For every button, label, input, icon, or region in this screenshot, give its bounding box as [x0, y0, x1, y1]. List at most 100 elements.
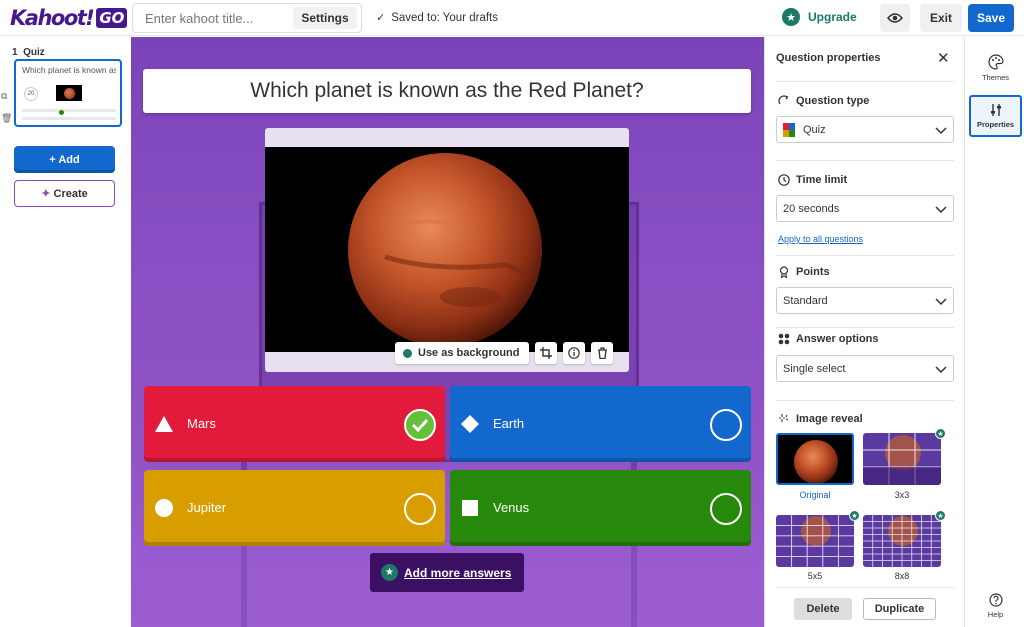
- sparkle-icon: ✦: [41, 188, 54, 200]
- correct-answer-toggle-3[interactable]: [404, 493, 436, 525]
- kahoot-title-input[interactable]: [133, 10, 293, 26]
- circle-icon: [155, 499, 173, 517]
- help-label: Help: [987, 610, 1004, 619]
- image-reveal-3x3[interactable]: [863, 433, 941, 485]
- slide-label: 1 Quiz: [12, 47, 45, 58]
- apply-to-all-link[interactable]: Apply to all questions: [778, 234, 863, 244]
- chevron-down-icon: [935, 127, 947, 135]
- premium-star-icon: ★: [935, 510, 946, 521]
- image-info-button[interactable]: [563, 342, 586, 364]
- crop-icon: [540, 347, 553, 359]
- correct-answer-toggle-4[interactable]: [710, 493, 742, 525]
- reveal-preview: [776, 515, 854, 567]
- crop-button[interactable]: [535, 342, 558, 364]
- upgrade-button[interactable]: ★ Upgrade: [782, 8, 857, 26]
- slide-thumbnail[interactable]: Which planet is known as the Red Planet?…: [14, 59, 122, 127]
- help-button[interactable]: Help: [969, 585, 1022, 627]
- divider: [776, 81, 954, 82]
- save-button[interactable]: Save: [968, 4, 1014, 32]
- logo-go-badge: GO: [96, 8, 128, 28]
- chevron-down-icon: [935, 206, 947, 214]
- properties-button[interactable]: Properties: [969, 95, 1022, 137]
- answer-tile-3[interactable]: Jupiter: [144, 470, 445, 546]
- exit-button[interactable]: Exit: [920, 4, 962, 32]
- answer-options-icon: [778, 333, 790, 345]
- logo-text: Kahoot!: [10, 6, 95, 30]
- answer-tile-1[interactable]: Mars: [144, 386, 445, 462]
- sliders-icon: [990, 104, 1001, 116]
- plus-icon: +: [49, 153, 59, 166]
- swap-icon: [778, 95, 789, 105]
- image-reveal-5x5[interactable]: [776, 515, 854, 567]
- slide-thumbnail-image: [56, 85, 82, 101]
- correct-answer-toggle-2[interactable]: [710, 409, 742, 441]
- media-toolbar: Use as background: [395, 342, 614, 366]
- slide-type: Quiz: [23, 47, 45, 58]
- time-limit-label: Time limit: [778, 174, 847, 186]
- chevron-down-icon: [935, 298, 947, 306]
- checkmark-icon: [411, 418, 429, 432]
- delete-slide-icon[interactable]: 🗑: [1, 113, 12, 124]
- add-question-label: Add: [58, 153, 80, 166]
- reveal-preview: [778, 435, 852, 483]
- themes-button[interactable]: Themes: [969, 47, 1022, 89]
- reveal-preview: [863, 515, 941, 567]
- help-icon: [988, 593, 1003, 607]
- answer-options-value: Single select: [783, 362, 846, 375]
- star-icon: ★: [381, 564, 398, 581]
- eye-icon: [887, 13, 903, 23]
- divider: [776, 587, 954, 588]
- slide-sidebar: 1 Quiz ⧉ 🗑 Which planet is known as the …: [0, 37, 131, 627]
- time-limit-select[interactable]: 20 seconds: [776, 195, 954, 222]
- answer-text-2: Earth: [493, 416, 525, 431]
- mars-image: [265, 147, 629, 352]
- saved-status: ✓ Saved to: Your drafts: [376, 11, 498, 25]
- image-reveal-8x8[interactable]: [863, 515, 941, 567]
- answer-tile-2[interactable]: Earth: [450, 386, 751, 462]
- image-reveal-original-label: Original: [799, 490, 831, 500]
- points-select[interactable]: Standard: [776, 287, 954, 314]
- answer-text-3: Jupiter: [187, 500, 227, 515]
- delete-image-button[interactable]: [591, 342, 614, 364]
- add-question-button[interactable]: + Add: [14, 146, 115, 173]
- quiz-type-icon: [783, 122, 795, 137]
- top-bar: Kahoot! GO Settings ✓ Saved to: Your dra…: [0, 0, 1024, 36]
- chevron-down-icon: [935, 366, 947, 374]
- question-type-select[interactable]: Quiz: [776, 116, 954, 143]
- question-image[interactable]: [265, 147, 629, 352]
- use-as-background-button[interactable]: Use as background: [395, 342, 530, 364]
- premium-star-icon: ★: [849, 510, 860, 521]
- points-label-text: Points: [796, 266, 830, 278]
- create-button[interactable]: ✦ Create: [14, 180, 115, 207]
- image-reveal-label: Image reveal: [778, 413, 863, 425]
- divider: [776, 400, 954, 401]
- answer-text-1: Mars: [187, 416, 216, 431]
- close-icon[interactable]: ✕: [937, 49, 950, 67]
- delete-question-button[interactable]: Delete: [794, 598, 852, 620]
- answer-tile-4[interactable]: Venus: [450, 470, 751, 546]
- duplicate-slide-icon[interactable]: ⧉: [1, 91, 7, 102]
- kahoot-title-field: Settings: [132, 3, 362, 33]
- question-properties-panel: Question properties ✕ Question type Quiz…: [764, 37, 965, 627]
- preview-button[interactable]: [880, 4, 910, 32]
- answer-options-select[interactable]: Single select: [776, 355, 954, 382]
- question-title[interactable]: Which planet is known as the Red Planet?: [143, 69, 751, 113]
- duplicate-question-button[interactable]: Duplicate: [863, 598, 936, 620]
- settings-button[interactable]: Settings: [293, 7, 357, 29]
- create-label: Create: [53, 188, 88, 200]
- kahoot-go-logo[interactable]: Kahoot! GO: [10, 6, 128, 30]
- palette-icon: [987, 54, 1004, 70]
- slide-number: 1: [12, 47, 18, 58]
- upgrade-label: Upgrade: [808, 10, 857, 24]
- trash-icon: [597, 347, 607, 359]
- image-reveal-original[interactable]: [776, 433, 854, 485]
- use-as-background-label: Use as background: [418, 347, 520, 359]
- correct-answer-toggle-1[interactable]: [404, 409, 436, 441]
- info-icon: [568, 347, 581, 359]
- themes-label: Themes: [981, 73, 1010, 82]
- answer-options-label-text: Answer options: [796, 333, 879, 345]
- reveal-preview: [863, 433, 941, 485]
- check-icon: ✓: [376, 12, 386, 24]
- star-icon: ★: [782, 8, 800, 26]
- add-more-answers-button[interactable]: ★ Add more answers: [370, 553, 524, 592]
